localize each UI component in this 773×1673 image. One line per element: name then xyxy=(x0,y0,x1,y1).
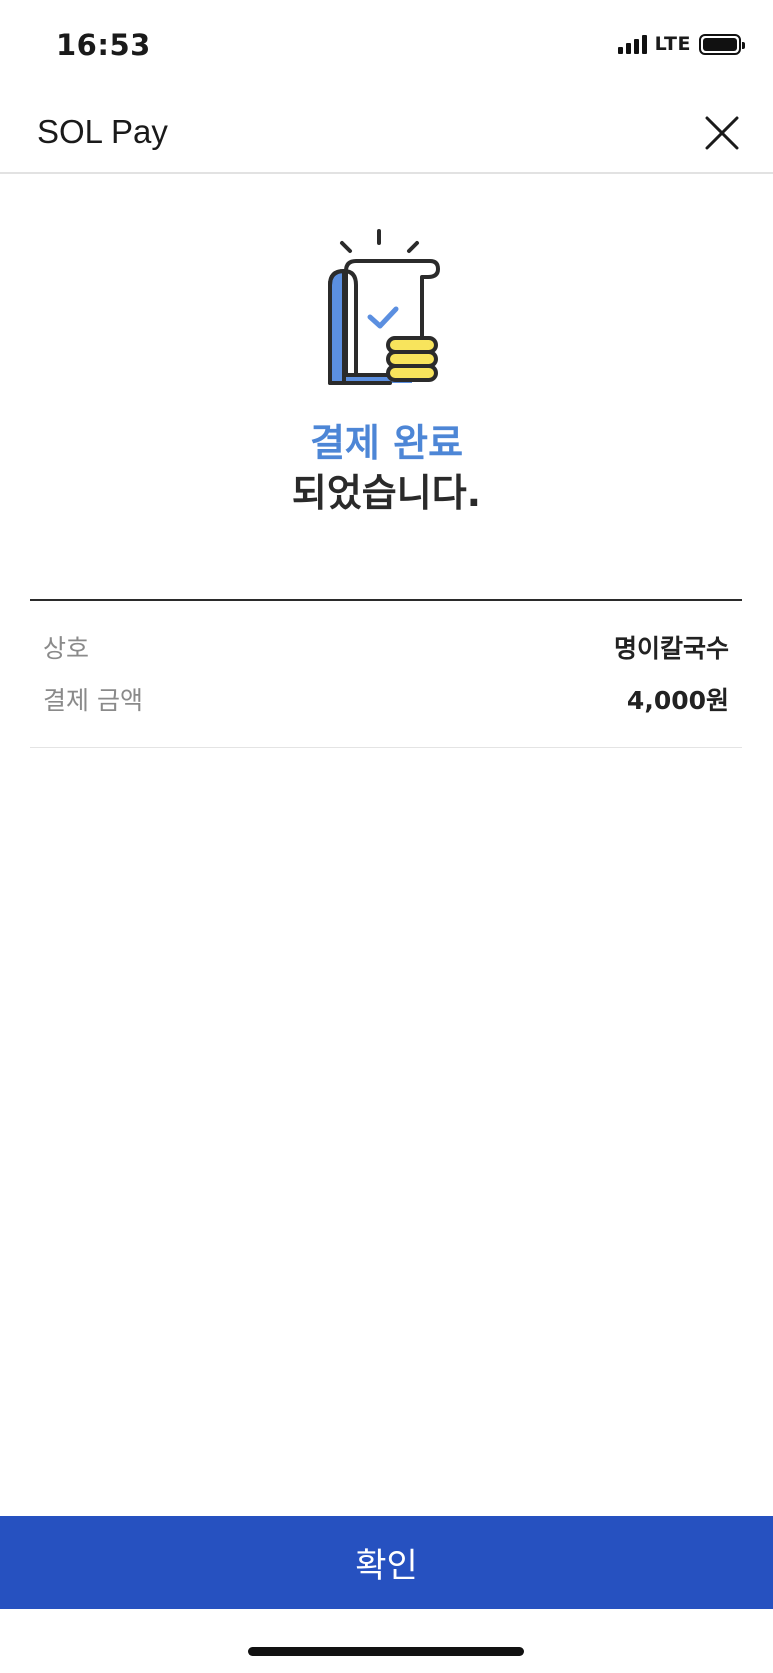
detail-row-merchant: 상호 명이칼국수 xyxy=(30,621,742,673)
status-time: 16:53 xyxy=(56,28,151,62)
signal-icon xyxy=(617,34,647,54)
status-bar: 16:53 LTE xyxy=(0,0,773,96)
battery-icon xyxy=(699,33,745,55)
status-indicators: LTE xyxy=(617,33,745,55)
receipt-check-coins-icon xyxy=(328,229,440,385)
merchant-label: 상호 xyxy=(43,634,90,663)
merchant-value: 명이칼국수 xyxy=(613,634,729,663)
payment-details: 상호 명이칼국수 결제 금액 4,000원 xyxy=(30,599,742,748)
home-indicator[interactable] xyxy=(248,1647,524,1656)
amount-value: 4,000원 xyxy=(626,686,729,715)
close-icon xyxy=(705,116,739,150)
header-title: SOL Pay xyxy=(37,113,168,150)
detail-row-amount: 결제 금액 4,000원 xyxy=(30,673,742,725)
app-header: SOL Pay xyxy=(0,96,773,174)
completion-message: 결제 완료 되었습니다. xyxy=(0,418,773,518)
close-button[interactable] xyxy=(701,112,743,154)
amount-label: 결제 금액 xyxy=(43,686,143,715)
details-divider xyxy=(30,747,742,748)
confirm-button[interactable]: 확인 xyxy=(0,1516,773,1609)
completion-title: 결제 완료 xyxy=(309,421,464,465)
completion-subtitle: 되었습니다. xyxy=(291,471,482,515)
network-type: LTE xyxy=(654,33,691,55)
